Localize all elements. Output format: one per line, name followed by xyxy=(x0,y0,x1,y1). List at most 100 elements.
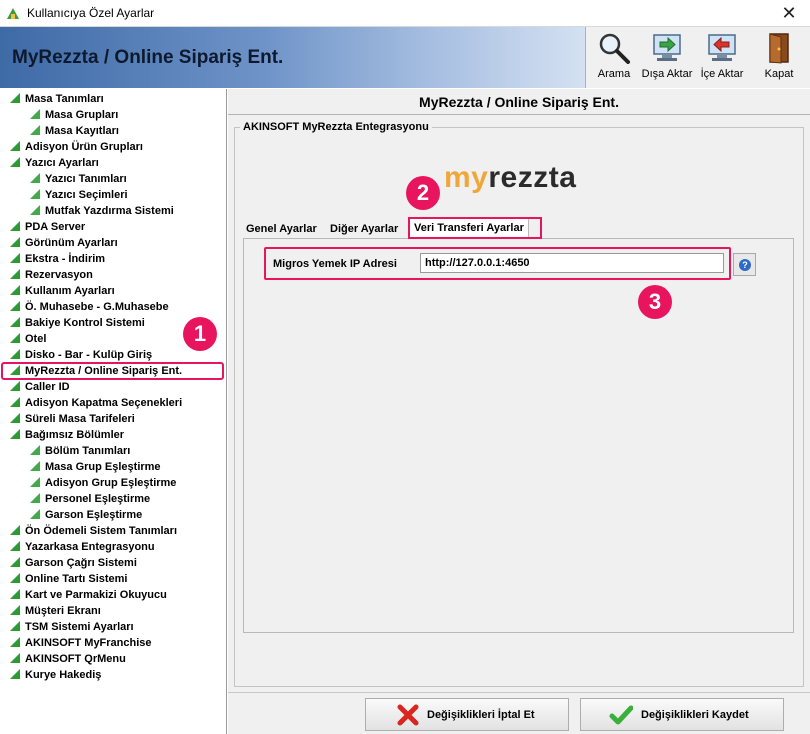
tree-item[interactable]: Ö. Muhasebe - G.Muhasebe xyxy=(10,299,169,315)
tree-item-label: Ekstra - İndirim xyxy=(25,253,106,265)
tree-item[interactable]: Ön Ödemeli Sistem Tanımları xyxy=(10,523,177,539)
bottom-bar: Değişiklikleri İptal Et Değişiklikleri K… xyxy=(228,692,810,734)
tree-item-label: Adisyon Kapatma Seçenekleri xyxy=(25,397,183,409)
myrezzta-logo: myrezzta xyxy=(444,161,577,194)
tree-node-icon xyxy=(10,157,20,167)
tree-item[interactable]: Bağımsız Bölümler xyxy=(10,427,124,443)
tree-node-icon xyxy=(10,557,20,567)
tree-node-icon xyxy=(30,461,40,471)
tree-node-icon xyxy=(10,301,20,311)
tab-other-settings[interactable]: Diğer Ayarlar xyxy=(326,220,402,239)
tree-item[interactable]: Kurye Hakediş xyxy=(10,667,101,683)
tree-item[interactable]: Süreli Masa Tarifeleri xyxy=(10,411,135,427)
cancel-changes-label: Değişiklikleri İptal Et xyxy=(427,709,535,721)
tree-item-label: Garson Çağrı Sistemi xyxy=(25,557,137,569)
toolbar: Arama Dışa Aktar İçe Aktar Kapat xyxy=(585,27,810,88)
tree-node-icon xyxy=(30,493,40,503)
tree-item[interactable]: Kullanım Ayarları xyxy=(10,283,115,299)
tree-node-icon xyxy=(30,509,40,519)
tree-item[interactable]: Masa Tanımları xyxy=(10,91,104,107)
tab-general-settings[interactable]: Genel Ayarlar xyxy=(242,220,321,239)
exit-button-label: Kapat xyxy=(764,68,794,80)
tree-item[interactable]: Yazıcı Tanımları xyxy=(30,171,127,187)
tree-item[interactable]: Yazıcı Ayarları xyxy=(10,155,99,171)
export-button[interactable]: Dışa Aktar xyxy=(639,30,695,84)
tree-item[interactable]: Adisyon Ürün Grupları xyxy=(10,139,143,155)
tree-node-icon xyxy=(10,637,20,647)
tree-item[interactable]: Adisyon Grup Eşleştirme xyxy=(30,475,176,491)
export-icon xyxy=(653,34,681,61)
save-changes-button[interactable]: Değişiklikleri Kaydet xyxy=(580,698,784,731)
tree-item[interactable]: Personel Eşleştirme xyxy=(30,491,150,507)
tree-item[interactable]: Caller ID xyxy=(10,379,70,395)
search-icon xyxy=(599,33,630,64)
tree-item[interactable]: TSM Sistemi Ayarları xyxy=(10,619,134,635)
tree-item[interactable]: Yazıcı Seçimleri xyxy=(30,187,128,203)
tree-item[interactable]: Adisyon Kapatma Seçenekleri xyxy=(10,395,182,411)
tree-item[interactable]: Rezervasyon xyxy=(10,267,93,283)
checkmark-icon xyxy=(609,705,633,725)
exit-button[interactable]: Kapat xyxy=(751,30,807,84)
tree-item-label: Bağımsız Bölümler xyxy=(25,429,125,441)
tree-node-icon xyxy=(30,173,40,183)
tree-item[interactable]: Görünüm Ayarları xyxy=(10,235,118,251)
tree-item-label: PDA Server xyxy=(25,221,86,233)
tree-item[interactable]: Otel xyxy=(10,331,46,347)
tree-selection-highlight xyxy=(1,362,224,380)
tree-item[interactable]: Garson Çağrı Sistemi xyxy=(10,555,137,571)
tree-item[interactable]: Kart ve Parmakizi Okuyucu xyxy=(10,587,167,603)
tree-item-label: Süreli Masa Tarifeleri xyxy=(25,413,135,425)
tree-node-icon xyxy=(10,669,20,679)
tree-node-icon xyxy=(10,93,20,103)
import-button[interactable]: İçe Aktar xyxy=(694,30,750,84)
tree-item[interactable]: Ekstra - İndirim xyxy=(10,251,105,267)
ip-address-label: Migros Yemek IP Adresi xyxy=(273,258,397,270)
tree-item[interactable]: Mutfak Yazdırma Sistemi xyxy=(30,203,174,219)
tree-node-icon xyxy=(10,317,20,327)
tree-item[interactable]: Disko - Bar - Kulüp Giriş xyxy=(10,347,152,363)
help-icon: ? xyxy=(739,259,751,271)
page-title: MyRezzta / Online Sipariş Ent. xyxy=(228,89,810,115)
tree-node-icon xyxy=(30,125,40,135)
help-button[interactable]: ? xyxy=(733,253,756,276)
tree-item[interactable]: Bakiye Kontrol Sistemi xyxy=(10,315,145,331)
tree-item-label: Ö. Muhasebe - G.Muhasebe xyxy=(25,301,169,313)
tree-node-icon xyxy=(10,413,20,423)
tree-item[interactable]: Masa Grupları xyxy=(30,107,118,123)
tree-item-label: AKINSOFT MyFranchise xyxy=(25,637,152,649)
tree-item[interactable]: PDA Server xyxy=(10,219,85,235)
tree-node-icon xyxy=(10,269,20,279)
import-icon xyxy=(708,34,736,61)
tree-node-icon xyxy=(10,525,20,535)
export-button-label: Dışa Aktar xyxy=(641,68,693,80)
cancel-changes-button[interactable]: Değişiklikleri İptal Et xyxy=(365,698,569,731)
tree-item-label: TSM Sistemi Ayarları xyxy=(25,621,134,633)
callout-2: 2 xyxy=(406,176,440,210)
tree-item[interactable]: AKINSOFT QrMenu xyxy=(10,651,126,667)
tree-item[interactable]: Yazarkasa Entegrasyonu xyxy=(10,539,155,555)
search-button[interactable]: Arama xyxy=(586,30,642,84)
tree-item-label: Masa Grup Eşleştirme xyxy=(45,461,161,473)
tree-item[interactable]: Online Tartı Sistemi xyxy=(10,571,128,587)
tree-item-label: Masa Grupları xyxy=(45,109,119,121)
close-window-button[interactable]: ✕ xyxy=(768,0,810,27)
ip-address-input[interactable] xyxy=(420,253,724,273)
tree-node-icon xyxy=(10,397,20,407)
save-changes-label: Değişiklikleri Kaydet xyxy=(641,709,749,721)
tree-item[interactable]: Bölüm Tanımları xyxy=(30,443,130,459)
tree-node-icon xyxy=(10,653,20,663)
tree-item-label: Yazıcı Ayarları xyxy=(25,157,99,169)
tree-node-icon xyxy=(30,477,40,487)
tree-item[interactable]: Garson Eşleştirme xyxy=(30,507,142,523)
tree-item[interactable]: Masa Kayıtları xyxy=(30,123,119,139)
tree-item[interactable]: AKINSOFT MyFranchise xyxy=(10,635,152,651)
tree-item-label: Kart ve Parmakizi Okuyucu xyxy=(25,589,167,601)
tree-node-icon xyxy=(10,589,20,599)
tree-item-label: Garson Eşleştirme xyxy=(45,509,143,521)
search-button-label: Arama xyxy=(597,68,631,80)
tree-item[interactable]: Masa Grup Eşleştirme xyxy=(30,459,161,475)
tree-item-label: Yazarkasa Entegrasyonu xyxy=(25,541,155,553)
tree-node-icon xyxy=(10,253,20,263)
tree-item-label: Online Tartı Sistemi xyxy=(25,573,128,585)
tree-item[interactable]: Müşteri Ekranı xyxy=(10,603,101,619)
